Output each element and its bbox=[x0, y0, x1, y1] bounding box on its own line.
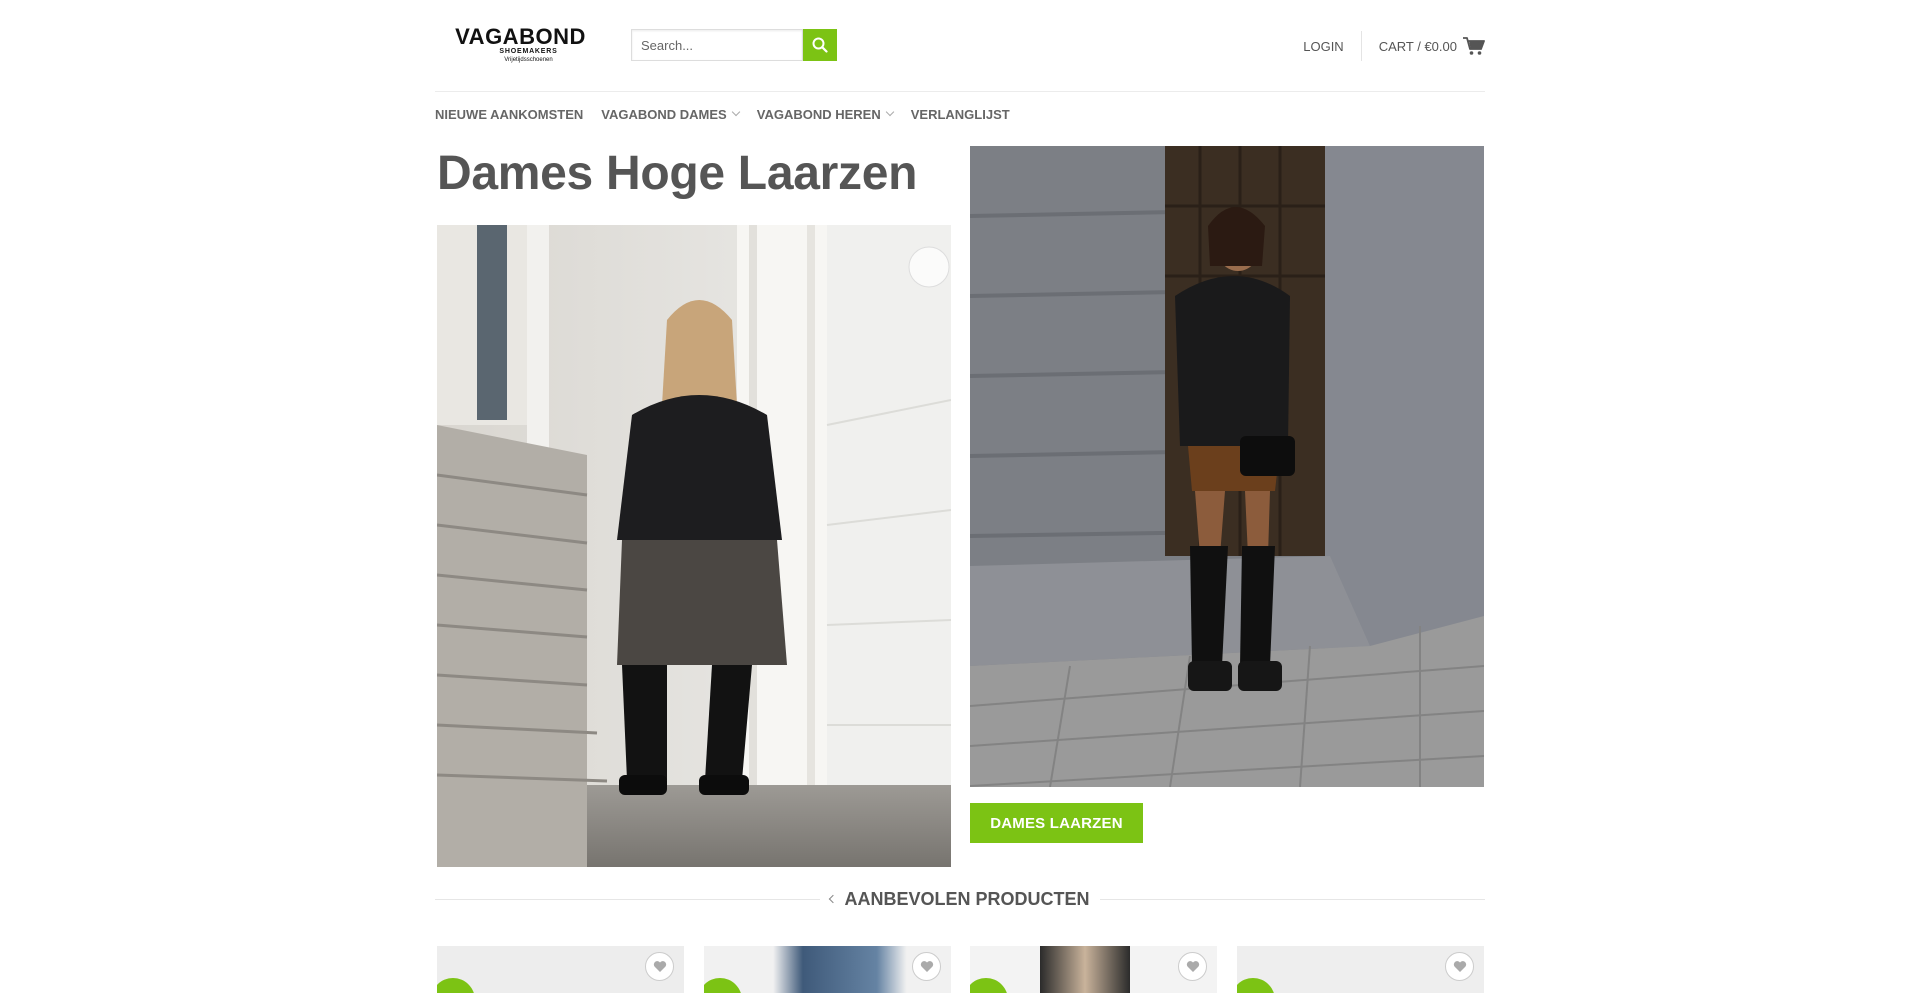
product-card[interactable] bbox=[437, 946, 684, 993]
nav-item-vagabond-dames[interactable]: VAGABOND DAMES bbox=[601, 106, 740, 122]
photo-woman-staircase bbox=[437, 225, 951, 867]
search-form bbox=[631, 29, 841, 61]
product-card[interactable] bbox=[1237, 946, 1484, 993]
search-button[interactable] bbox=[803, 29, 837, 61]
nav-item-vagabond-heren[interactable]: VAGABOND HEREN bbox=[756, 106, 894, 122]
heart-icon bbox=[1186, 961, 1199, 972]
search-icon bbox=[812, 37, 828, 53]
wishlist-button[interactable] bbox=[1445, 952, 1474, 981]
nav-item-verlanglijst[interactable]: VERLANGLIJST bbox=[911, 107, 1010, 122]
cart-link[interactable]: CART / €0.00 bbox=[1378, 36, 1485, 56]
cart-icon bbox=[1463, 36, 1485, 55]
cart-label: CART / €0.00 bbox=[1378, 38, 1457, 54]
wishlist-button[interactable] bbox=[645, 952, 674, 981]
sale-badge bbox=[437, 978, 475, 993]
product-card[interactable] bbox=[970, 946, 1217, 993]
nav-item-nieuwe-aankomsten[interactable]: NIEUWE AANKOMSTEN bbox=[435, 107, 583, 122]
heart-icon bbox=[920, 961, 933, 972]
recommended-products-header: AANBEVOLEN PRODUCTEN bbox=[435, 888, 1485, 910]
nav-item-label: VERLANGLIJST bbox=[910, 106, 1010, 122]
product-card[interactable] bbox=[704, 946, 951, 993]
site-header: VAGABOND SHOEMAKERS Vrijetijdsschoenen L… bbox=[435, 0, 1485, 122]
heart-icon bbox=[653, 961, 666, 972]
heart-icon bbox=[1453, 961, 1466, 972]
sale-badge bbox=[970, 978, 1008, 993]
nav-item-label: VAGABOND DAMES bbox=[601, 106, 727, 122]
divider-line bbox=[1100, 899, 1485, 900]
product-image bbox=[1040, 946, 1130, 993]
hero-image-right bbox=[970, 146, 1484, 787]
dames-laarzen-button[interactable]: DAMES LAARZEN bbox=[970, 803, 1143, 843]
wishlist-button[interactable] bbox=[912, 952, 941, 981]
chevron-down-icon bbox=[885, 107, 894, 117]
site-logo[interactable]: VAGABOND SHOEMAKERS Vrijetijdsschoenen bbox=[438, 26, 603, 66]
logo-subtitle: SHOEMAKERS bbox=[499, 48, 558, 55]
logo-tagline: Vrijetijdsschoenen bbox=[504, 57, 553, 63]
divider-line bbox=[435, 899, 820, 900]
wishlist-button[interactable] bbox=[1178, 952, 1207, 981]
main-nav: NIEUWE AANKOMSTEN VAGABOND DAMES VAGABON… bbox=[435, 104, 1010, 124]
section-title: AANBEVOLEN PRODUCTEN bbox=[829, 888, 1090, 910]
section-title-label: AANBEVOLEN PRODUCTEN bbox=[844, 889, 1090, 909]
header-divider bbox=[1360, 31, 1362, 61]
sale-badge bbox=[1237, 978, 1275, 993]
hero-image-left bbox=[437, 225, 951, 867]
header-divider-line bbox=[435, 91, 1485, 92]
login-link[interactable]: LOGIN bbox=[1303, 39, 1360, 54]
logo-wordmark: VAGABOND bbox=[455, 24, 586, 49]
page-title: Dames Hoge Laarzen bbox=[437, 147, 918, 200]
header-account-nav: LOGIN CART / €0.00 bbox=[1303, 28, 1485, 64]
chevron-left-icon[interactable] bbox=[829, 894, 838, 904]
nav-item-label: VAGABOND HEREN bbox=[756, 106, 881, 122]
chevron-down-icon bbox=[731, 107, 740, 117]
photo-woman-wall bbox=[970, 146, 1484, 787]
nav-item-label: NIEUWE AANKOMSTEN bbox=[435, 106, 584, 122]
search-input[interactable] bbox=[631, 29, 803, 61]
